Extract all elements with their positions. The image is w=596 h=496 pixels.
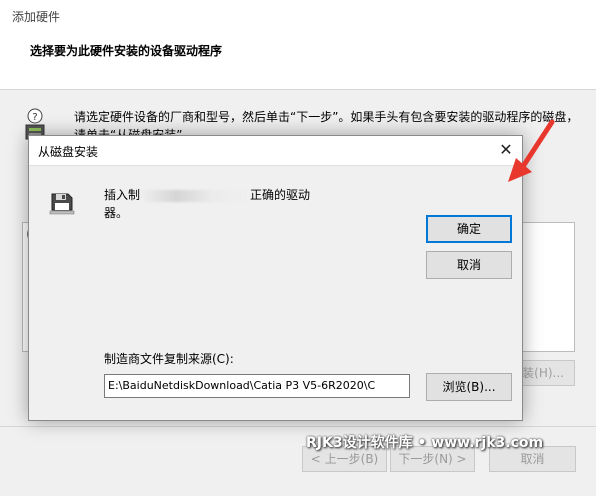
dialog-message: 插入制 正确的驱动 器。 (104, 186, 414, 222)
message-end: 正确的驱动 (250, 188, 311, 202)
source-path-input[interactable]: E:\BaiduNetdiskDownload\Catia P3 V5-6R20… (104, 374, 410, 398)
browse-button[interactable]: 浏览(B)... (426, 373, 512, 401)
wizard-title: 添加硬件 (12, 10, 61, 24)
have-disk-button[interactable]: 装(H)... (515, 360, 575, 386)
floppy-disk-icon (49, 193, 75, 215)
instruction-line-1: 请选定硬件设备的厂商和型号，然后单击“下一步”。如果手头有包含要安装的驱动程序的… (74, 110, 574, 124)
annotation-arrow-icon (508, 119, 555, 182)
wizard-heading: 选择要为此硬件安装的设备驱动程序 (30, 44, 223, 58)
dialog-titlebar: 从磁盘安装 ✕ (29, 136, 522, 165)
dialog-cancel-button[interactable]: 取消 (426, 251, 512, 279)
dialog-body: 插入制 正确的驱动 器。 确定 取消 制造商文件复制来源(C): E:\Baidu… (29, 165, 522, 420)
message-line-2: 器。 (104, 206, 129, 220)
message-start: 插入制 (104, 188, 141, 202)
source-label: 制造商文件复制来源(C): (104, 352, 234, 366)
watermark: RJK3设计软件库 • www.rjk3.com (306, 435, 544, 451)
wizard-separator (0, 426, 596, 427)
install-from-disk-dialog: 从磁盘安装 ✕ 插入制 正确的驱动 器。 确定 取消 制造商文件复制来源(C): … (28, 135, 523, 421)
svg-text:?: ? (32, 112, 37, 123)
dialog-title: 从磁盘安装 (38, 145, 99, 159)
wizard-header: 添加硬件 选择要为此硬件安装的设备驱动程序 (0, 0, 596, 90)
redacted-text (140, 189, 251, 202)
ok-button[interactable]: 确定 (426, 215, 512, 243)
